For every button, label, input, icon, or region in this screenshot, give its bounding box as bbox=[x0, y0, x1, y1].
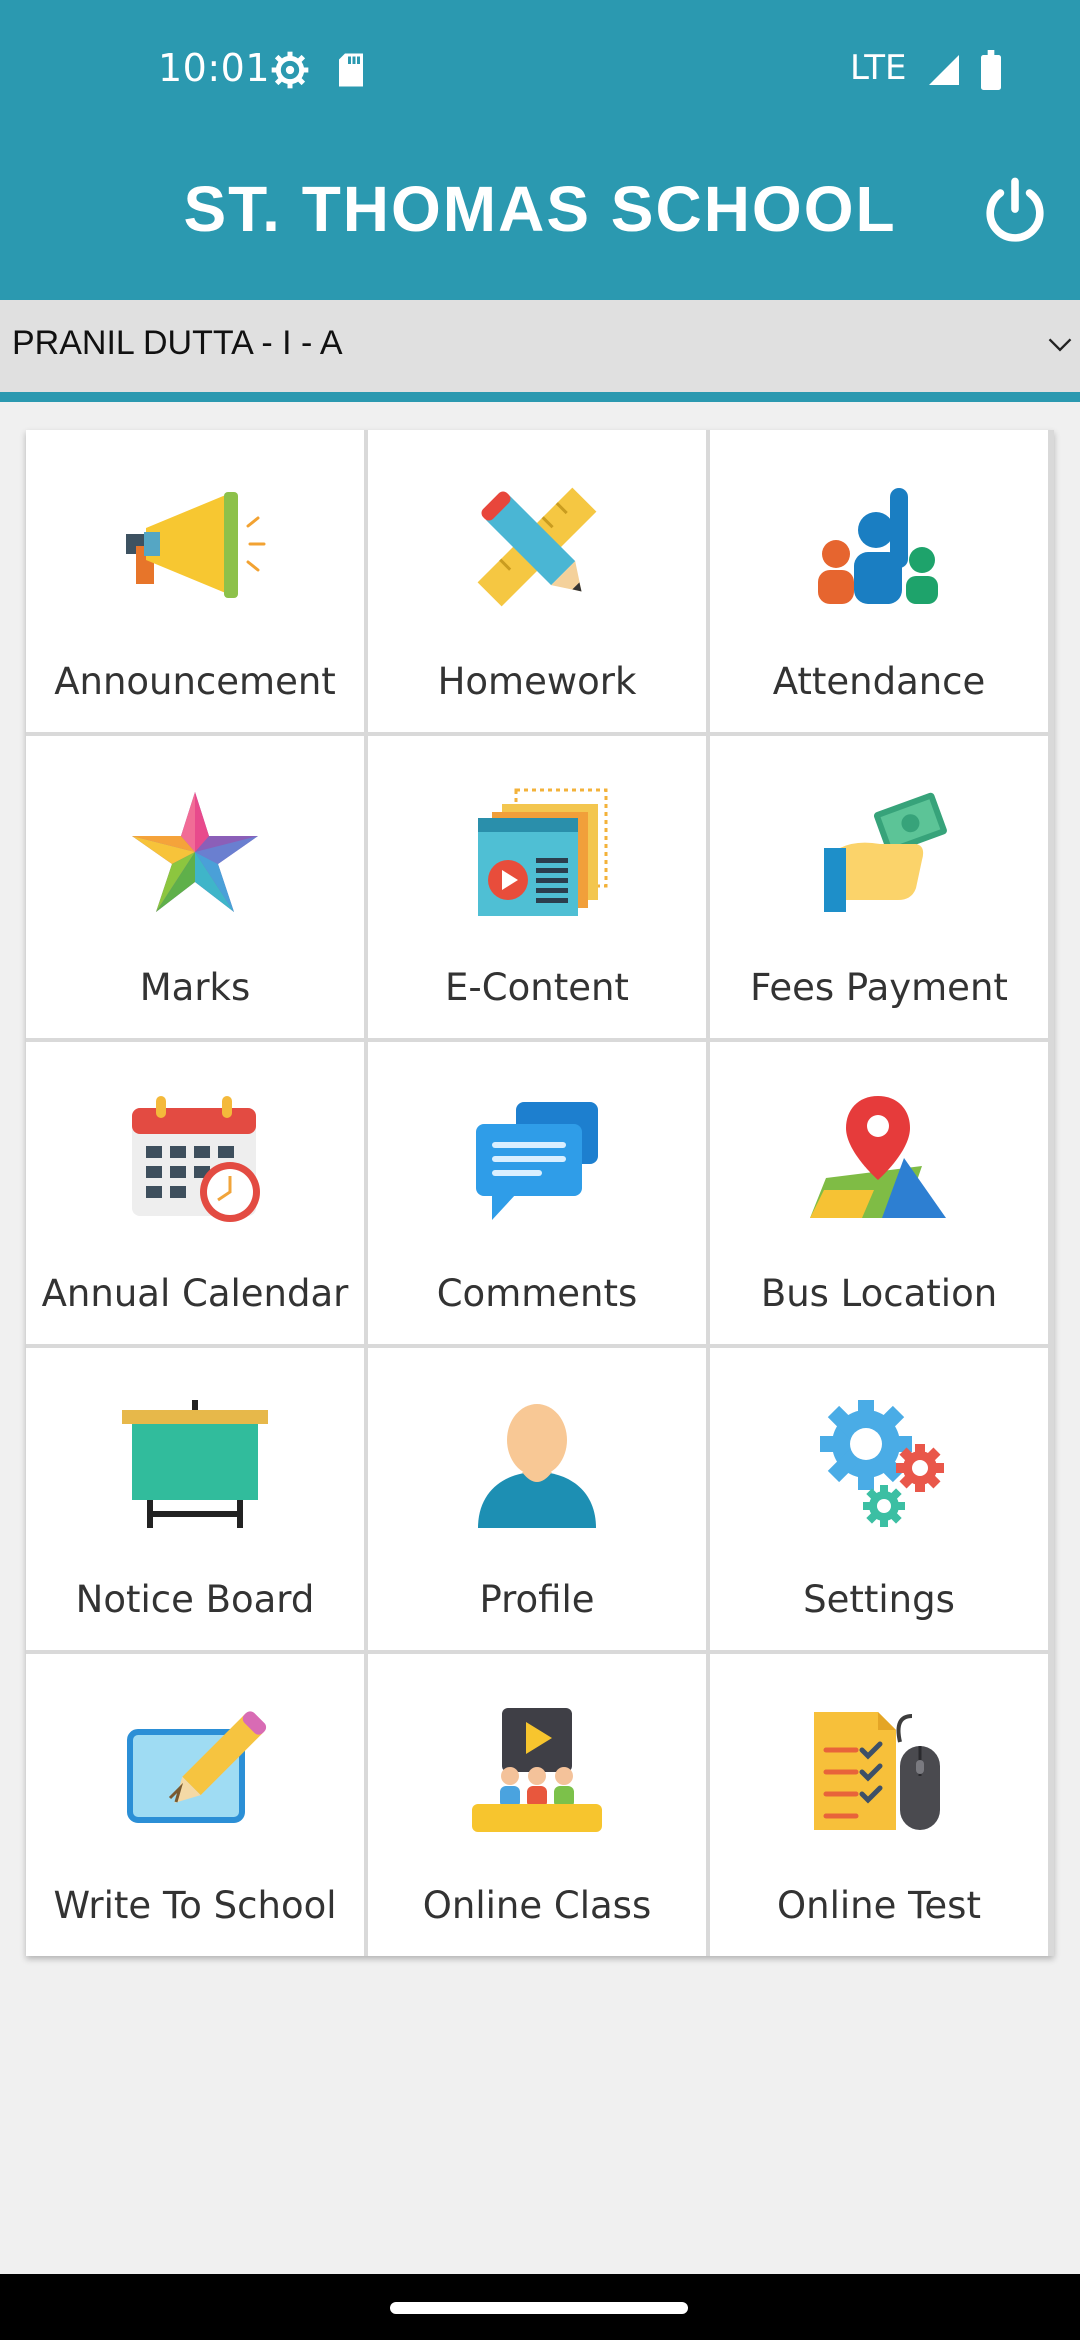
tile-label: Annual Calendar bbox=[41, 1272, 349, 1315]
tile-announcement[interactable]: Announcement bbox=[26, 430, 364, 732]
star-icon bbox=[132, 792, 258, 912]
tile-label: Bus Location bbox=[760, 1272, 998, 1315]
tile-label: Settings bbox=[803, 1578, 955, 1621]
tile-label: Announcement bbox=[54, 660, 336, 703]
tile-label: Marks bbox=[139, 966, 251, 1009]
hand-money-icon bbox=[824, 792, 947, 912]
gears-icon bbox=[820, 1400, 944, 1527]
tile-e-content[interactable]: E-Content bbox=[368, 736, 706, 1038]
network-type: LTE bbox=[850, 48, 907, 88]
tile-label: Comments bbox=[436, 1272, 638, 1315]
tile-label: Online Class bbox=[422, 1884, 652, 1927]
menu-grid: Announcement Homework Attendance Marks E… bbox=[26, 430, 1054, 1956]
student-selector-value: PRANIL DUTTA - I - A bbox=[12, 324, 343, 362]
tile-settings[interactable]: Settings bbox=[710, 1348, 1048, 1650]
signal-icon bbox=[929, 55, 959, 85]
tile-label: Fees Payment bbox=[750, 966, 1008, 1009]
tile-label: Homework bbox=[437, 660, 637, 703]
status-time: 10:01 bbox=[158, 46, 271, 90]
online-class-icon bbox=[472, 1708, 602, 1832]
battery-icon bbox=[981, 50, 1001, 90]
sd-card-icon bbox=[339, 53, 363, 87]
tile-marks[interactable]: Marks bbox=[26, 736, 364, 1038]
gear-icon bbox=[271, 51, 309, 89]
video-content-icon bbox=[478, 788, 608, 916]
home-gesture-handle[interactable] bbox=[390, 2302, 688, 2314]
tile-profile[interactable]: Profile bbox=[368, 1348, 706, 1650]
tile-annual-calendar[interactable]: Annual Calendar bbox=[26, 1042, 364, 1344]
tile-attendance[interactable]: Attendance bbox=[710, 430, 1048, 732]
tile-notice-board[interactable]: Notice Board bbox=[26, 1348, 364, 1650]
tile-online-class[interactable]: Online Class bbox=[368, 1654, 706, 1956]
navigation-bar bbox=[0, 2274, 1080, 2340]
tile-label: Write To School bbox=[53, 1884, 337, 1927]
tile-label: Online Test bbox=[777, 1884, 981, 1927]
tile-label: Attendance bbox=[772, 660, 986, 703]
status-bar: 10:01 LTE bbox=[0, 0, 1080, 140]
student-selector[interactable]: PRANIL DUTTA - I - A bbox=[0, 300, 1080, 402]
tile-homework[interactable]: Homework bbox=[368, 430, 706, 732]
write-pencil-icon bbox=[127, 1711, 267, 1823]
checklist-mouse-icon bbox=[814, 1712, 940, 1830]
notice-board-icon bbox=[122, 1400, 268, 1528]
chevron-down-icon bbox=[1048, 338, 1072, 352]
tile-label: Profile bbox=[479, 1578, 595, 1621]
tile-fees-payment[interactable]: Fees Payment bbox=[710, 736, 1048, 1038]
tile-label: E-Content bbox=[445, 966, 629, 1009]
tile-label: Notice Board bbox=[75, 1578, 315, 1621]
calendar-clock-icon bbox=[132, 1096, 260, 1222]
chat-bubbles-icon bbox=[476, 1102, 598, 1220]
raised-hand-people-icon bbox=[818, 488, 938, 604]
person-icon bbox=[478, 1404, 596, 1528]
pencil-ruler-icon bbox=[477, 487, 597, 607]
tile-bus-location[interactable]: Bus Location bbox=[710, 1042, 1048, 1344]
power-icon[interactable] bbox=[980, 176, 1050, 248]
tile-write-to-school[interactable]: Write To School bbox=[26, 1654, 364, 1956]
app-bar: ST. THOMAS SCHOOL bbox=[0, 140, 1080, 300]
app-title: ST. THOMAS SCHOOL bbox=[183, 173, 897, 245]
tile-comments[interactable]: Comments bbox=[368, 1042, 706, 1344]
map-pin-icon bbox=[810, 1096, 946, 1218]
megaphone-icon bbox=[126, 492, 266, 598]
tile-online-test[interactable]: Online Test bbox=[710, 1654, 1048, 1956]
